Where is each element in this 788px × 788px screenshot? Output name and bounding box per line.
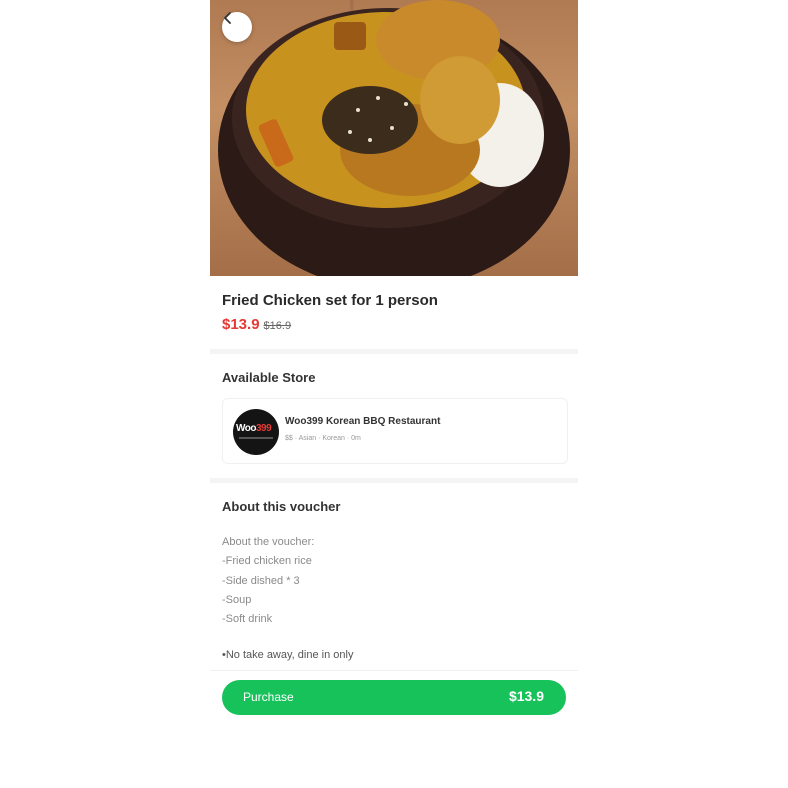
logo-text-white: Woo: [236, 423, 256, 434]
store-card[interactable]: Woo399 Woo399 Korean BBQ Restaurant $$ ·…: [222, 398, 568, 464]
logo-text-red: 399: [255, 423, 272, 434]
app-screen: Fried Chicken set for 1 person $13.9 $16…: [210, 0, 578, 718]
dine-in-note: •No take away, dine in only: [222, 649, 354, 661]
description-line: -Soup: [222, 593, 252, 606]
purchase-bar: Purchase $13.9: [210, 670, 578, 718]
purchase-price: $13.9: [508, 688, 544, 704]
chevron-left-icon: [224, 12, 231, 24]
product-title: Fried Chicken set for 1 person: [222, 292, 438, 309]
store-logo: Woo399: [233, 409, 279, 455]
current-price: $13.9: [222, 316, 260, 333]
logo-underline: [239, 437, 273, 439]
original-price: $16.9: [263, 320, 292, 332]
available-store-heading: Available Store: [222, 370, 316, 385]
description-line: [222, 629, 314, 648]
section-divider: [210, 349, 578, 354]
purchase-button[interactable]: Purchase $13.9: [222, 680, 566, 715]
description-line: -Soft drink: [222, 613, 273, 626]
back-button[interactable]: [222, 12, 252, 42]
price-row: $13.9 $16.9: [222, 316, 291, 333]
description-line: -Fried chicken rice: [222, 555, 312, 568]
about-voucher-heading: About this voucher: [222, 499, 341, 514]
section-divider: [210, 478, 578, 483]
store-meta: $$ · Asian · Korean · 0m: [285, 435, 361, 442]
purchase-label: Purchase: [243, 690, 294, 704]
store-name: Woo399 Korean BBQ Restaurant: [285, 416, 441, 427]
description-line: About the voucher:: [222, 536, 315, 548]
description-line: -Side dished * 3: [222, 574, 300, 587]
food-photo: [218, 0, 570, 276]
product-image: [210, 0, 578, 276]
voucher-description: About the voucher: -Fried chicken rice -…: [222, 533, 314, 649]
